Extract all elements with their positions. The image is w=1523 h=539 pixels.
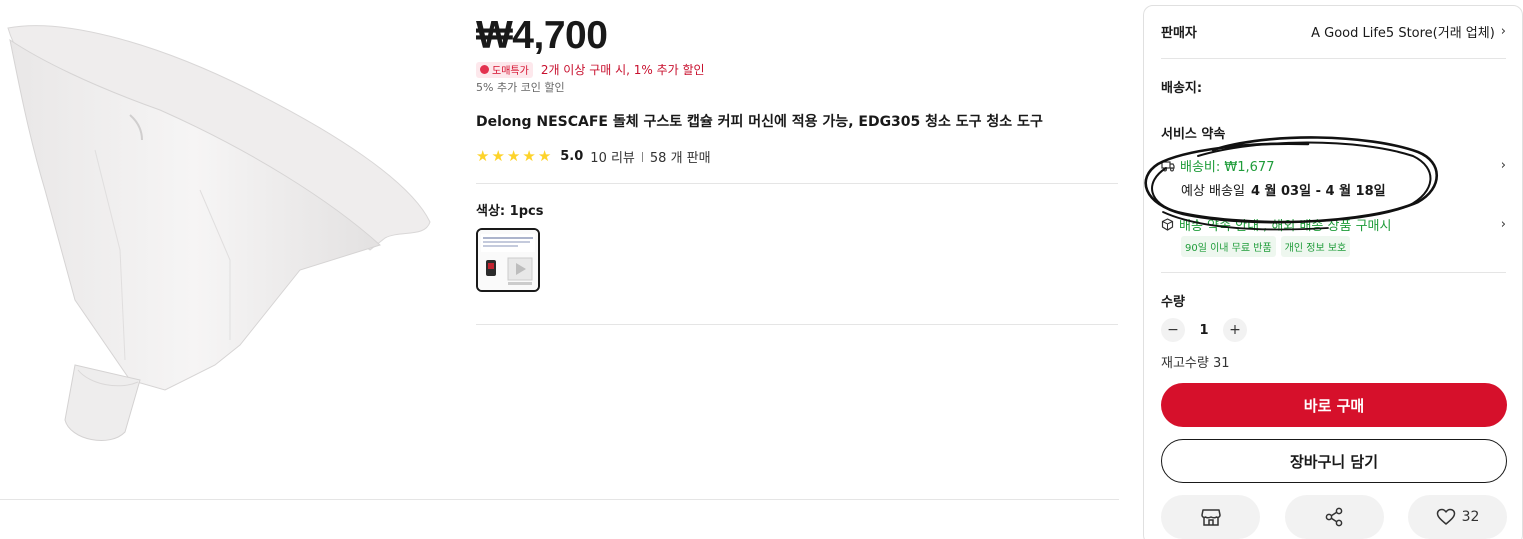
shipping-fee-row[interactable]: 배송비: ₩1,677 ›	[1161, 156, 1506, 175]
star-icon: ★	[476, 147, 490, 165]
promo-text: 2개 이상 구매 시, 1% 추가 할인	[540, 63, 705, 77]
seller-name[interactable]: A Good Life5 Store(거래 업체) ›	[1311, 22, 1506, 41]
truck-icon	[1161, 160, 1175, 171]
service-badges: 90일 이내 무료 반품 개인 정보 보호	[1181, 236, 1351, 257]
seller-label: 판매자	[1161, 26, 1197, 41]
shipping-to-label: 배송지:	[1161, 81, 1203, 96]
estimated-dates: 4 월 03일 - 4 월 18일	[1250, 184, 1386, 199]
rating-row[interactable]: ★ ★ ★ ★ ★ 5.0 10 리뷰 58 개 판매	[476, 147, 711, 167]
store-icon	[1200, 509, 1221, 526]
star-icon: ★	[506, 147, 521, 165]
service-label: 서비스 약속	[1161, 127, 1226, 142]
chevron-right-icon: ›	[1500, 158, 1506, 173]
quantity-stepper: − 1 +	[1161, 318, 1247, 342]
promo-badge-label: 도매특가	[492, 66, 529, 77]
color-label: 색상: 1pcs	[476, 204, 544, 219]
chevron-right-icon: ›	[1500, 24, 1506, 39]
color-option-thumbnail[interactable]	[476, 228, 540, 292]
guarantee-row[interactable]: 배송 약속 안내 , 해외 배송 상품 구매시 ›	[1161, 215, 1506, 234]
stock-count: 재고수량 31	[1161, 356, 1230, 371]
guarantee: 배송 약속 안내 , 해외 배송 상품 구매시	[1161, 215, 1391, 234]
divider	[476, 183, 1118, 184]
wishlist-button[interactable]: 32	[1408, 495, 1507, 539]
shipping-fee: 배송비: ₩1,677	[1161, 156, 1274, 175]
estimated-delivery: 예상 배송일 4 월 03일 - 4 월 18일	[1181, 180, 1386, 199]
product-title: Delong NESCAFE 돌체 구스토 캡슐 커피 머신에 적용 가능, E…	[476, 114, 1043, 130]
star-icon: ★	[522, 147, 536, 165]
funnel-illustration	[7, 25, 431, 441]
seller-row[interactable]: 판매자 A Good Life5 Store(거래 업체) ›	[1161, 22, 1506, 41]
sold-count: 58 개 판매	[649, 151, 711, 166]
shipping-fee-text: 배송비: ₩1,677	[1180, 160, 1275, 175]
star-icon: ★	[491, 147, 505, 165]
star-icon: ★	[537, 147, 552, 165]
shield-icon	[1161, 218, 1174, 231]
quantity-label: 수량	[1161, 295, 1185, 310]
purchase-panel: 판매자 A Good Life5 Store(거래 업체) › 배송지: 서비스…	[1143, 5, 1523, 539]
price: ₩4,700	[476, 14, 608, 57]
divider	[1161, 272, 1506, 273]
decrease-button[interactable]: −	[1161, 318, 1185, 342]
coin-discount-text: 5% 추가 코인 할인	[476, 81, 565, 94]
quantity-value[interactable]: 1	[1197, 323, 1211, 338]
store-button[interactable]	[1161, 495, 1260, 539]
share-icon	[1325, 507, 1343, 527]
share-button[interactable]	[1284, 495, 1384, 539]
divider	[1161, 58, 1506, 59]
buy-now-button[interactable]: 바로 구매	[1161, 383, 1507, 427]
estimated-label: 예상 배송일	[1181, 184, 1245, 199]
increase-button[interactable]: +	[1223, 318, 1247, 342]
thumbnail-image	[478, 230, 538, 290]
seller-name-text: A Good Life5 Store(거래 업체)	[1311, 26, 1495, 41]
separator	[641, 151, 643, 162]
add-to-cart-button[interactable]: 장바구니 담기	[1161, 439, 1507, 483]
gallery-divider	[0, 499, 1119, 500]
tag-icon	[480, 65, 489, 74]
rating-stars: ★ ★ ★ ★ ★	[476, 149, 551, 164]
action-icons: 32	[1161, 495, 1507, 539]
review-count[interactable]: 10 리뷰	[590, 147, 635, 166]
guarantee-text: 배송 약속 안내 , 해외 배송 상품 구매시	[1179, 219, 1392, 234]
chevron-right-icon: ›	[1500, 217, 1506, 232]
product-image[interactable]	[0, 0, 455, 480]
badge-privacy: 개인 정보 보호	[1280, 236, 1351, 257]
promo-row: 도매특가 2개 이상 구매 시, 1% 추가 할인	[476, 61, 705, 78]
wishlist-count: 32	[1461, 509, 1480, 525]
badge-free-return: 90일 이내 무료 반품	[1181, 236, 1276, 257]
promo-badge: 도매특가	[476, 61, 533, 78]
divider	[476, 324, 1118, 325]
rating-value: 5.0	[560, 149, 584, 164]
heart-icon	[1436, 508, 1455, 525]
